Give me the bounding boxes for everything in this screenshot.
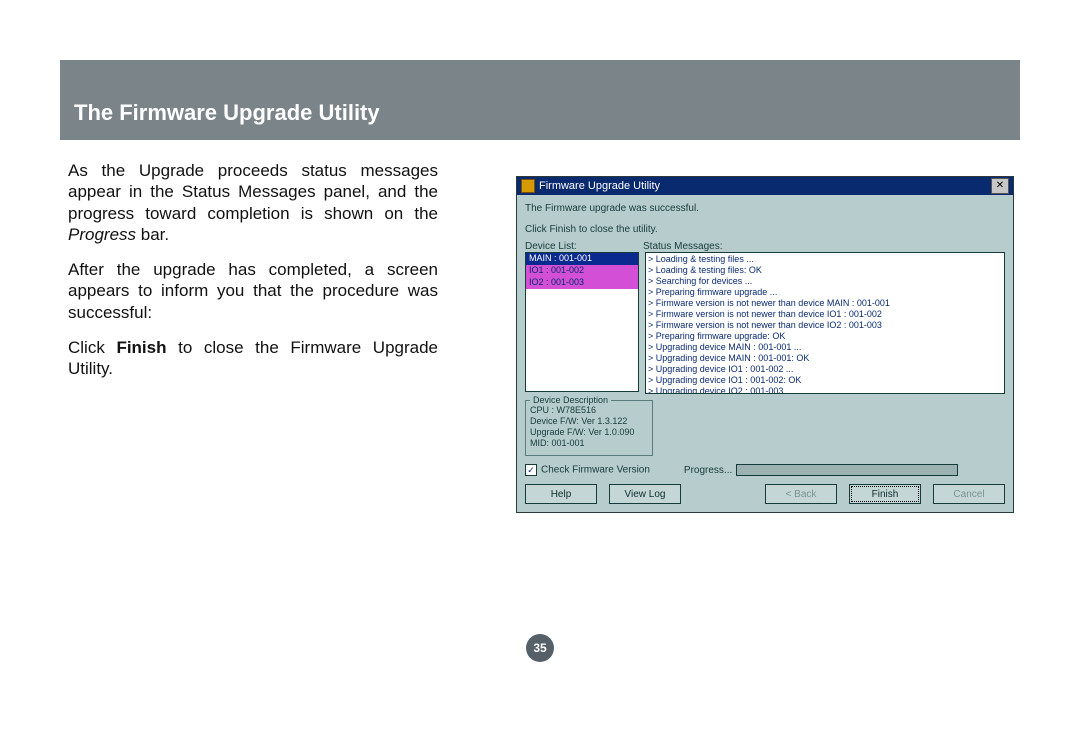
paragraph-2: After the upgrade has completed, a scree…	[68, 259, 438, 323]
status-line: > Firmware version is not newer than dev…	[648, 309, 1002, 320]
p1-progress-word: Progress	[68, 225, 136, 244]
desc-mid: MID: 001-001	[530, 438, 648, 449]
paragraph-1: As the Upgrade proceeds status messages …	[68, 160, 438, 245]
firmware-dialog: Firmware Upgrade Utility ✕ The Firmware …	[516, 176, 1014, 513]
check-firmware-label: Check Firmware Version	[541, 465, 650, 476]
status-line: > Firmware version is not newer than dev…	[648, 320, 1002, 331]
status-line: > Upgrading device MAIN : 001-001: OK	[648, 353, 1002, 364]
page-heading: The Firmware Upgrade Utility	[74, 100, 380, 126]
progress-bar	[736, 464, 958, 476]
status-line: > Upgrading device MAIN : 001-001 ...	[648, 342, 1002, 353]
device-list-label: Device List:	[525, 241, 643, 252]
status-line: > Upgrading device IO2 : 001-003 ...	[648, 386, 1002, 394]
success-message: The Firmware upgrade was successful.	[525, 203, 1005, 214]
page-number-badge: 35	[526, 634, 554, 662]
desc-upgrade-fw: Upgrade F/W: Ver 1.0.090	[530, 427, 648, 438]
status-line: > Upgrading device IO1 : 001-002: OK	[648, 375, 1002, 386]
status-messages-label: Status Messages:	[643, 241, 1005, 252]
view-log-button[interactable]: View Log	[609, 484, 681, 504]
body-text-column: As the Upgrade proceeds status messages …	[68, 160, 438, 393]
p1-text-c: bar.	[136, 225, 169, 244]
app-icon	[521, 179, 535, 193]
help-button[interactable]: Help	[525, 484, 597, 504]
device-description-legend: Device Description	[530, 395, 611, 406]
p1-text-a: As the Upgrade proceeds status messages …	[68, 161, 438, 223]
device-list[interactable]: MAIN : 001-001 IO1 : 001-002 IO2 : 001-0…	[525, 252, 639, 392]
back-button: < Back	[765, 484, 837, 504]
device-item-io1[interactable]: IO1 : 001-002	[526, 265, 638, 277]
instruction-text: Click Finish to close the utility.	[525, 224, 1005, 235]
status-line: > Firmware version is not newer than dev…	[648, 298, 1002, 309]
check-firmware-checkbox[interactable]: Check Firmware Version	[525, 464, 650, 476]
device-item-main[interactable]: MAIN : 001-001	[526, 253, 638, 265]
desc-device-fw: Device F/W: Ver 1.3.122	[530, 416, 648, 427]
p3-finish-word: Finish	[116, 338, 166, 357]
status-line: > Preparing firmware upgrade ...	[648, 287, 1002, 298]
p3-text-a: Click	[68, 338, 116, 357]
status-line: > Preparing firmware upgrade: OK	[648, 331, 1002, 342]
progress-label: Progress...	[684, 465, 732, 476]
cancel-button: Cancel	[933, 484, 1005, 504]
dialog-titlebar: Firmware Upgrade Utility ✕	[517, 177, 1013, 195]
status-line: > Searching for devices ...	[648, 276, 1002, 287]
status-line: > Loading & testing files ...	[648, 254, 1002, 265]
status-messages-list[interactable]: > Loading & testing files ... > Loading …	[645, 252, 1005, 394]
desc-cpu: CPU : W78E516	[530, 405, 648, 416]
device-description-group: Device Description CPU : W78E516 Device …	[525, 400, 653, 456]
paragraph-3: Click Finish to close the Firmware Upgra…	[68, 337, 438, 380]
close-button[interactable]: ✕	[991, 178, 1009, 194]
dialog-title: Firmware Upgrade Utility	[539, 180, 660, 192]
device-item-io2[interactable]: IO2 : 001-003	[526, 277, 638, 289]
finish-button[interactable]: Finish	[849, 484, 921, 504]
status-line: > Loading & testing files: OK	[648, 265, 1002, 276]
status-line: > Upgrading device IO1 : 001-002 ...	[648, 364, 1002, 375]
